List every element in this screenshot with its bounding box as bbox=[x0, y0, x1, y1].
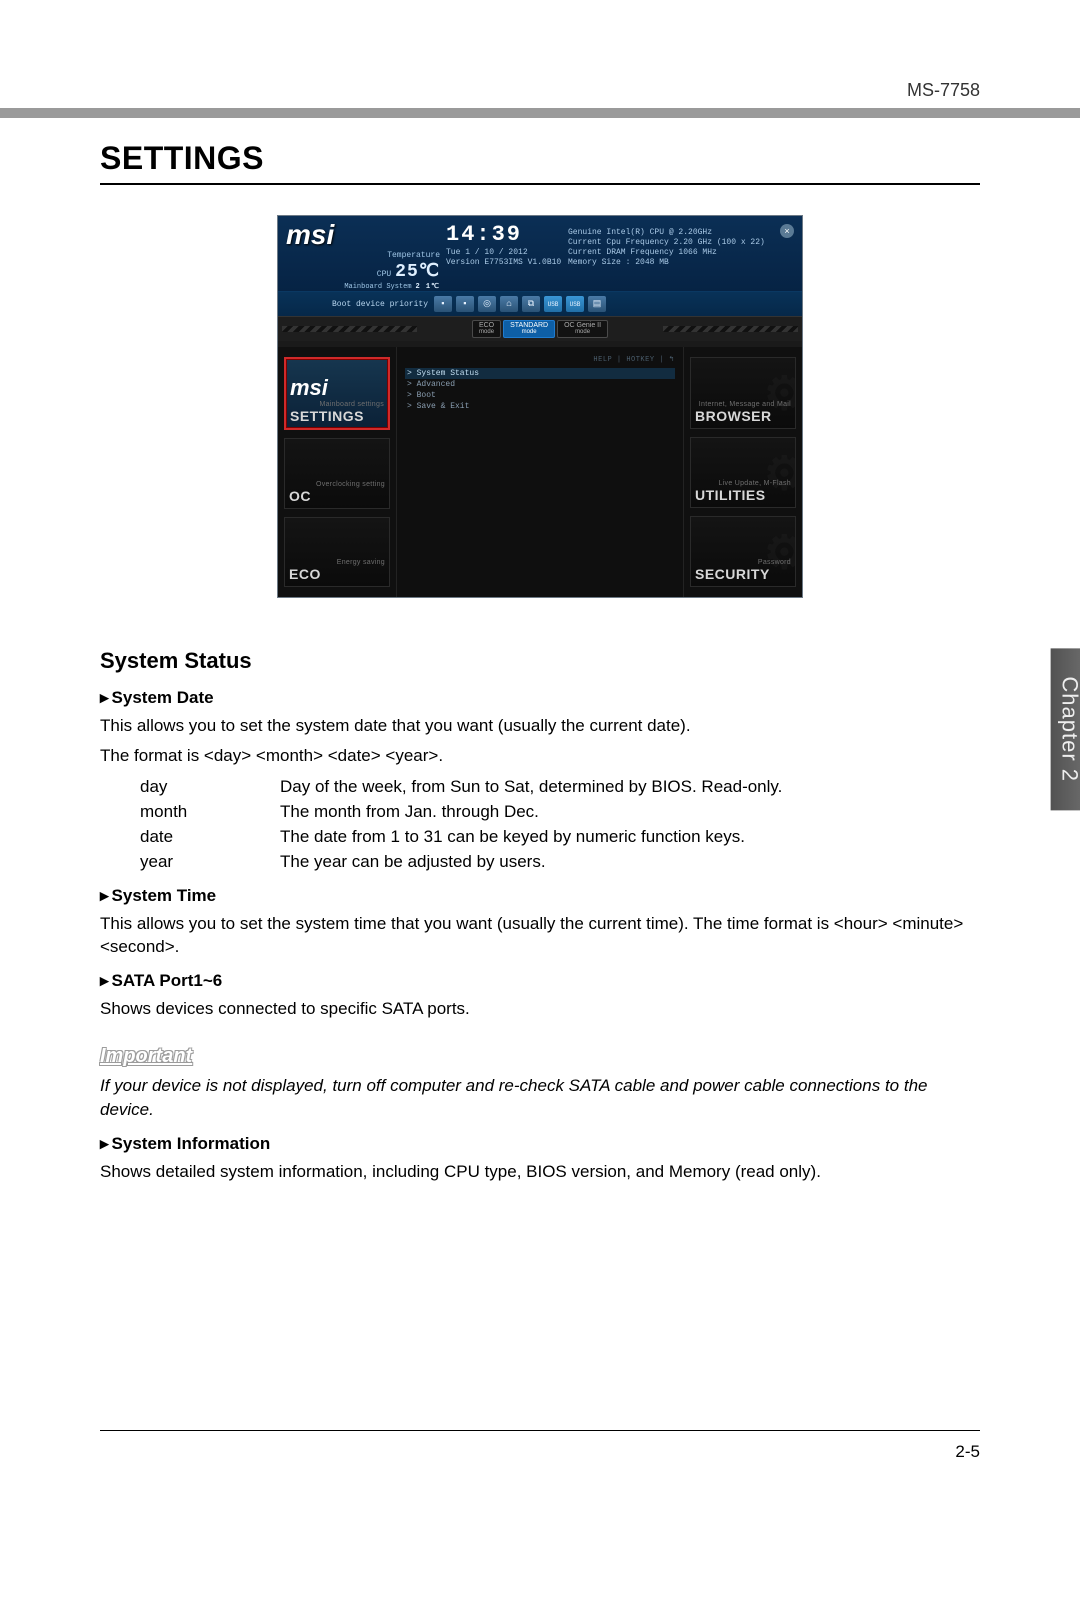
page-title: SETTINGS bbox=[100, 140, 980, 185]
definition-term: year bbox=[140, 851, 280, 874]
cpu-label: CPU bbox=[377, 270, 391, 279]
memory-size: Memory Size : 2048 MB bbox=[568, 258, 765, 268]
boot-device-icons[interactable]: ▪▪◎⌂⧉USBUSB▤ bbox=[434, 296, 794, 312]
dram-frequency: Current DRAM Frequency 1066 MHz bbox=[568, 248, 765, 258]
body-text: This allows you to set the system time t… bbox=[100, 912, 980, 960]
section-system-status: System Status bbox=[100, 648, 980, 674]
nav-tile-browser[interactable]: ⚙Internet, Message and MailBROWSER bbox=[690, 357, 796, 428]
nav-tile-eco[interactable]: Energy savingECO bbox=[284, 517, 390, 588]
definition-row: monthThe month from Jan. through Dec. bbox=[140, 801, 980, 824]
header-divider bbox=[0, 108, 1080, 118]
important-note: If your device is not displayed, turn of… bbox=[100, 1074, 980, 1122]
cpu-name: Genuine Intel(R) CPU @ 2.20GHz bbox=[568, 228, 765, 238]
boot-device-icon[interactable]: ⧉ bbox=[522, 296, 540, 312]
boot-device-icon[interactable]: USB bbox=[544, 296, 562, 312]
definition-term: month bbox=[140, 801, 280, 824]
body-text: This allows you to set the system date t… bbox=[100, 714, 980, 738]
definition-description: Day of the week, from Sun to Sat, determ… bbox=[280, 776, 782, 799]
nav-tile-oc[interactable]: Overclocking settingOC bbox=[284, 438, 390, 509]
mainboard-label: Mainboard System bbox=[344, 283, 411, 291]
mode-pill-eco[interactable]: ECOmode bbox=[472, 320, 501, 338]
boot-device-icon[interactable]: ▪ bbox=[456, 296, 474, 312]
tile-subtitle: Mainboard settings bbox=[290, 401, 384, 408]
nav-tile-utilities[interactable]: ⚙Live Update, M-FlashUTILITIES bbox=[690, 437, 796, 508]
field-system-information: ▸System Information bbox=[100, 1134, 980, 1154]
mode-pill-standard[interactable]: STANDARDmode bbox=[503, 320, 555, 338]
nav-tile-settings[interactable]: msiMainboard settingsSETTINGS bbox=[284, 357, 390, 430]
help-hotkey-hint: HELP | HOTKEY | ↰ bbox=[405, 355, 675, 364]
field-system-time: ▸System Time bbox=[100, 886, 980, 906]
important-heading: Important bbox=[100, 1045, 980, 1068]
mode-selector[interactable]: ECOmodeSTANDARDmodeOC Genie IImode bbox=[278, 316, 802, 347]
tile-title: ECO bbox=[289, 566, 385, 582]
page-number: 2-5 bbox=[955, 1442, 980, 1462]
boot-device-icon[interactable]: ⌂ bbox=[500, 296, 518, 312]
definition-row: dayDay of the week, from Sun to Sat, det… bbox=[140, 776, 980, 799]
temperature-label: Temperature bbox=[286, 251, 440, 260]
tile-subtitle: Overclocking setting bbox=[289, 481, 385, 488]
bios-screenshot: msi Temperature CPU 25℃ Mainboard System… bbox=[277, 215, 803, 598]
bios-menu-item[interactable]: > Save & Exit bbox=[405, 401, 675, 412]
boot-device-icon[interactable]: USB bbox=[566, 296, 584, 312]
tile-title: OC bbox=[289, 488, 385, 504]
tile-logo: msi bbox=[290, 375, 384, 401]
mode-pill-oc-genie-ii[interactable]: OC Genie IImode bbox=[557, 320, 608, 338]
definition-row: yearThe year can be adjusted by users. bbox=[140, 851, 980, 874]
nav-tile-security[interactable]: ⚙PasswordSECURITY bbox=[690, 516, 796, 587]
footer-divider bbox=[100, 1430, 980, 1431]
body-text: The format is <day> <month> <date> <year… bbox=[100, 744, 980, 768]
msi-logo: msi bbox=[286, 222, 440, 247]
tile-subtitle: Energy saving bbox=[289, 559, 385, 566]
definition-row: dateThe date from 1 to 31 can be keyed b… bbox=[140, 826, 980, 849]
chapter-tab: Chapter 2 bbox=[1051, 648, 1080, 810]
boot-device-icon[interactable]: ▪ bbox=[434, 296, 452, 312]
close-button[interactable]: × bbox=[780, 224, 794, 238]
definition-description: The month from Jan. through Dec. bbox=[280, 801, 539, 824]
definition-term: day bbox=[140, 776, 280, 799]
mainboard-temperature: 2 1℃ bbox=[416, 282, 440, 291]
bios-menu-item[interactable]: > Advanced bbox=[405, 379, 675, 390]
model-header: MS-7758 bbox=[0, 80, 1080, 101]
definition-description: The year can be adjusted by users. bbox=[280, 851, 546, 874]
field-sata-ports: ▸SATA Port1~6 bbox=[100, 971, 980, 991]
bios-menu-item[interactable]: > Boot bbox=[405, 390, 675, 401]
body-text: Shows devices connected to specific SATA… bbox=[100, 997, 980, 1021]
bios-menu-item[interactable]: > System Status bbox=[405, 368, 675, 379]
body-text: Shows detailed system information, inclu… bbox=[100, 1160, 980, 1184]
cpu-frequency: Current Cpu Frequency 2.20 GHz (100 x 22… bbox=[568, 238, 765, 248]
definition-description: The date from 1 to 31 can be keyed by nu… bbox=[280, 826, 745, 849]
boot-device-icon[interactable]: ◎ bbox=[478, 296, 496, 312]
cpu-temperature: 25℃ bbox=[395, 260, 440, 282]
definition-term: date bbox=[140, 826, 280, 849]
boot-device-icon[interactable]: ▤ bbox=[588, 296, 606, 312]
tile-title: SETTINGS bbox=[290, 408, 384, 424]
boot-priority-label: Boot device priority bbox=[286, 300, 434, 309]
field-system-date: ▸System Date bbox=[100, 688, 980, 708]
